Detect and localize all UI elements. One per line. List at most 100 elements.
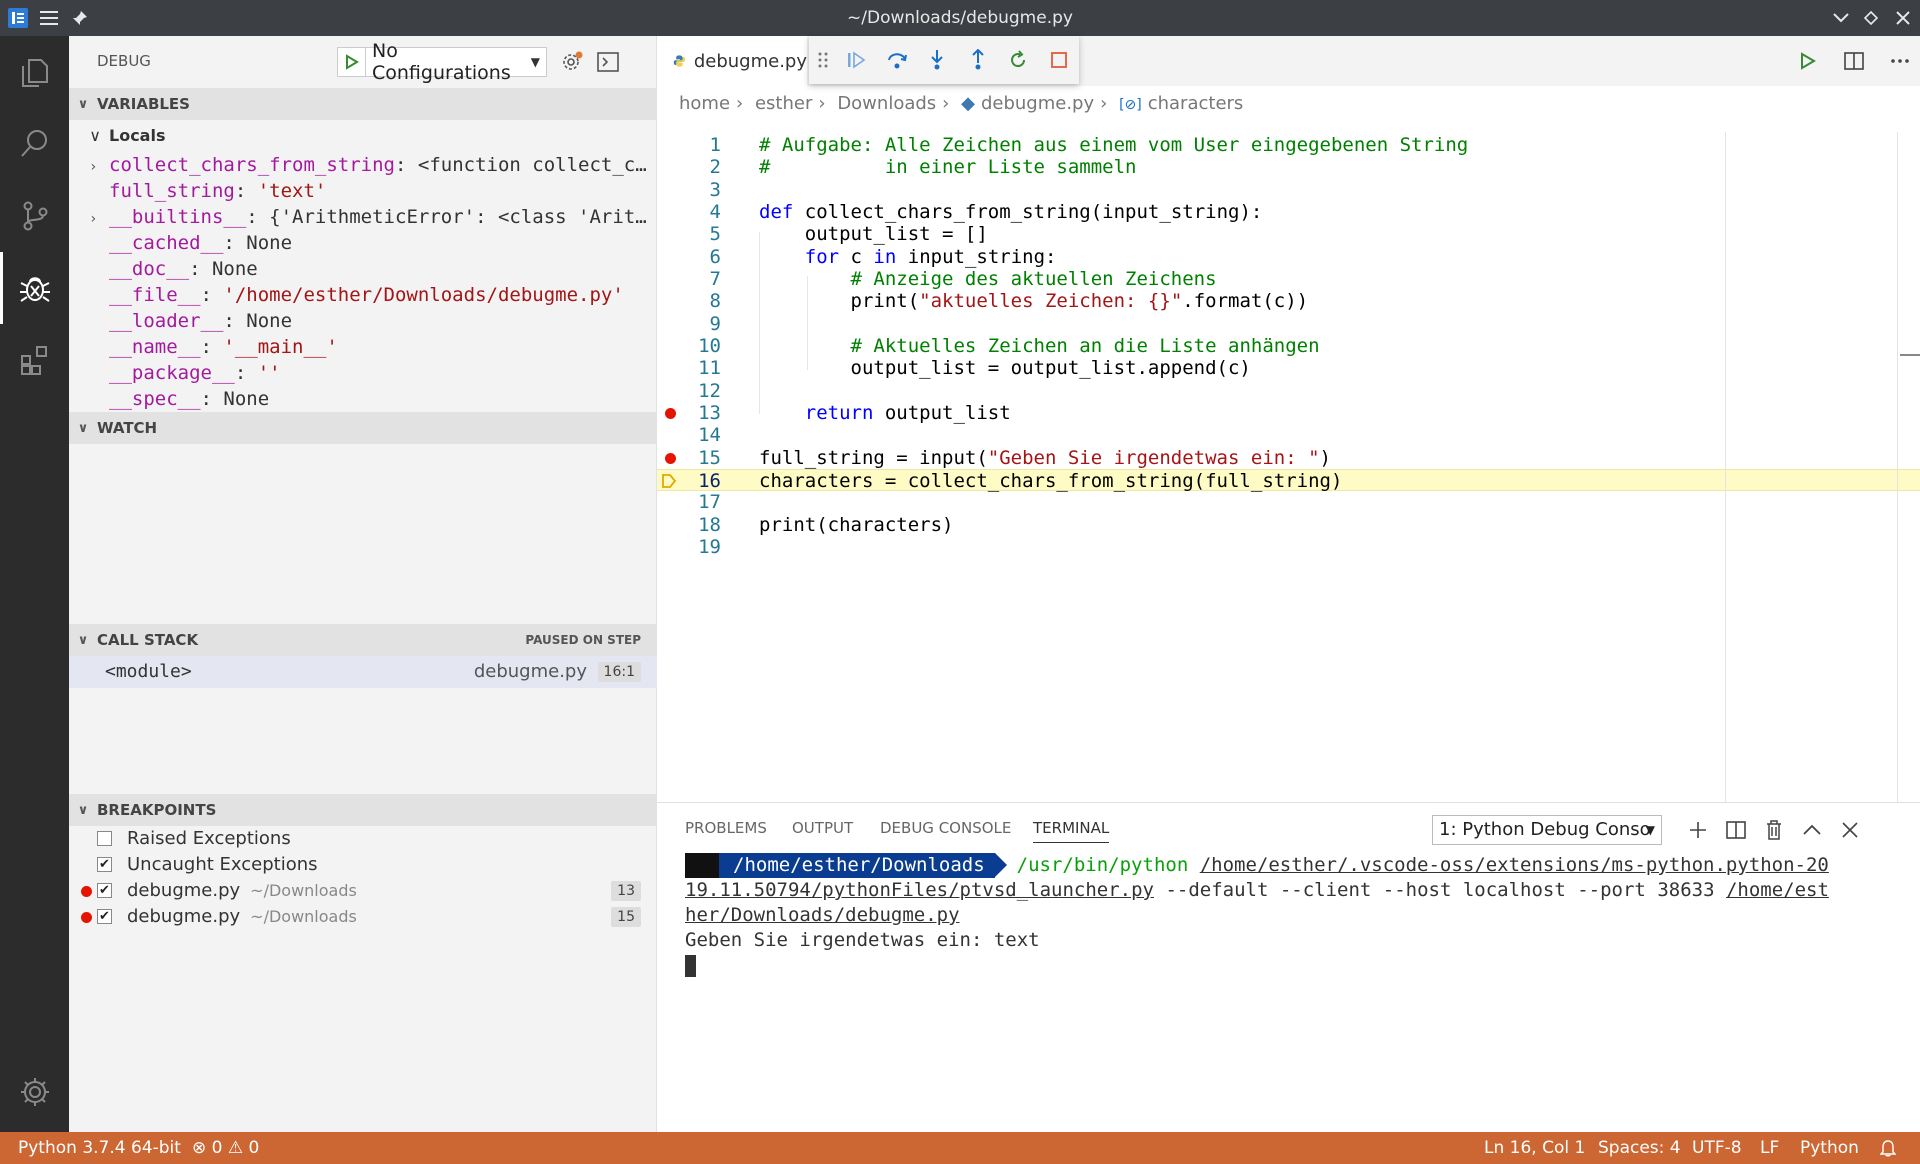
- line-number: 11: [698, 357, 721, 380]
- call-stack-frame[interactable]: <module> debugme.py 16:1: [69, 656, 657, 688]
- start-debugging-icon[interactable]: [338, 48, 366, 76]
- code-token: print(characters): [759, 513, 954, 536]
- step-into-icon[interactable]: [917, 36, 958, 84]
- code-token: characters = collect_chars_from_string(f…: [759, 469, 1343, 492]
- terminal-cursor: [685, 954, 696, 977]
- watch-section-header[interactable]: ∨ WATCH: [69, 412, 657, 444]
- continue-icon[interactable]: [836, 36, 877, 84]
- breakpoint-item[interactable]: ✔ debugme.py ~/Downloads 15: [69, 904, 657, 930]
- breadcrumb-esther[interactable]: esther: [755, 93, 812, 114]
- code-line: 14: [657, 424, 1920, 446]
- variable-separator: :: [223, 232, 247, 254]
- drag-handle-icon[interactable]: [809, 36, 836, 84]
- tab-terminal[interactable]: TERMINAL: [1033, 803, 1110, 843]
- breadcrumb-file[interactable]: debugme.py: [981, 93, 1094, 114]
- debug-settings-gear-icon[interactable]: [557, 47, 587, 77]
- locals-label: Locals: [109, 126, 166, 145]
- line-number: 14: [698, 424, 721, 447]
- line-number: 16: [698, 469, 721, 492]
- breakpoint-item[interactable]: ✔ Uncaught Exceptions: [69, 852, 657, 878]
- configuration-select[interactable]: No Configurations ▼: [337, 40, 547, 84]
- variable-separator: :: [394, 154, 418, 176]
- indentation[interactable]: Spaces: 4: [1598, 1132, 1681, 1164]
- tab-problems[interactable]: PROBLEMS: [685, 803, 767, 853]
- variable-row[interactable]: __doc__: None: [69, 256, 657, 282]
- line-code: characters = collect_chars_from_string(f…: [759, 470, 1342, 492]
- maximize-panel-icon[interactable]: [1795, 813, 1829, 847]
- locals-scope[interactable]: ∨ Locals: [69, 120, 657, 152]
- breakpoint-item[interactable]: ✔ debugme.py ~/Downloads 13: [69, 878, 657, 904]
- python-interpreter[interactable]: Python 3.7.4 64-bit: [18, 1132, 181, 1164]
- debug-icon[interactable]: [0, 252, 69, 324]
- trash-icon[interactable]: [1757, 813, 1791, 847]
- restart-icon[interactable]: [998, 36, 1039, 84]
- breadcrumb-symbol[interactable]: characters: [1148, 93, 1244, 114]
- variable-row[interactable]: __file__: '/home/esther/Downloads/debugm…: [69, 282, 657, 308]
- variable-row[interactable]: __spec__: None: [69, 386, 657, 412]
- breadcrumb-home[interactable]: home: [679, 93, 730, 114]
- line-code: return output_list: [759, 402, 1011, 424]
- step-out-icon[interactable]: [958, 36, 999, 84]
- settings-gear-icon[interactable]: [0, 1056, 69, 1128]
- code-editor[interactable]: 1 # Aufgabe: Alle Zeichen aus einem vom U…: [657, 122, 1920, 802]
- terminal-select[interactable]: 1: Python Debug Conso ▼: [1432, 815, 1662, 845]
- breadcrumb-downloads[interactable]: Downloads: [837, 93, 936, 114]
- maximize-icon[interactable]: [1856, 0, 1886, 36]
- variable-separator: :: [234, 362, 258, 384]
- problems-status[interactable]: ⊗ 0 ⚠ 0: [192, 1132, 259, 1164]
- variable-row[interactable]: full_string: 'text': [69, 178, 657, 204]
- encoding[interactable]: UTF-8: [1692, 1132, 1742, 1164]
- debug-console-icon[interactable]: [593, 47, 623, 77]
- source-control-icon[interactable]: [0, 180, 69, 252]
- cursor-position[interactable]: Ln 16, Col 1: [1484, 1132, 1585, 1164]
- scrollbar-track[interactable]: [1897, 132, 1898, 812]
- run-file-icon[interactable]: [1785, 36, 1831, 86]
- code-line: 7 # Anzeige des aktuellen Zeichens: [657, 268, 1920, 290]
- variable-row[interactable]: › __builtins__: {'ArithmeticError': <clas…: [69, 204, 657, 230]
- search-icon[interactable]: [0, 108, 69, 180]
- explorer-icon[interactable]: [0, 36, 69, 108]
- breakpoint-checkbox[interactable]: ✔: [97, 909, 112, 924]
- warning-icon: ⚠: [227, 1138, 244, 1158]
- split-terminal-icon[interactable]: [1719, 813, 1753, 847]
- notifications-bell-icon[interactable]: [1879, 1132, 1897, 1164]
- chevron-right-icon[interactable]: ›: [89, 206, 109, 230]
- call-stack-section-header[interactable]: ∨ CALL STACK PAUSED ON STEP: [69, 624, 657, 656]
- minimize-icon[interactable]: [1826, 0, 1856, 36]
- stop-icon[interactable]: [1039, 36, 1080, 84]
- tab-debug-console[interactable]: DEBUG CONSOLE: [880, 803, 1011, 853]
- variable-separator: :: [200, 336, 224, 358]
- paused-state-badge: PAUSED ON STEP: [525, 633, 641, 647]
- language-mode[interactable]: Python: [1800, 1132, 1859, 1164]
- split-editor-icon[interactable]: [1831, 36, 1877, 86]
- variable-row[interactable]: › collect_chars_from_string: <function co…: [69, 152, 657, 178]
- scrollbar-thumb[interactable]: [1900, 354, 1920, 356]
- breakpoint-dot-icon: [81, 886, 92, 897]
- breakpoint-item[interactable]: Raised Exceptions: [69, 826, 657, 852]
- variable-separator: :: [189, 258, 212, 280]
- editor-tab-debugme[interactable]: debugme.py: [657, 36, 807, 86]
- code-token: def: [759, 200, 794, 223]
- end-of-line[interactable]: LF: [1760, 1132, 1779, 1164]
- code-token: # Anzeige des aktuellen Zeichens: [850, 267, 1217, 290]
- breakpoint-checkbox[interactable]: ✔: [97, 857, 112, 872]
- variables-section-header[interactable]: ∨ VARIABLES: [69, 88, 657, 120]
- code-line: 3: [657, 179, 1920, 201]
- more-actions-icon[interactable]: [1877, 36, 1920, 86]
- chevron-right-icon[interactable]: ›: [89, 154, 109, 178]
- breakpoint-checkbox[interactable]: [97, 831, 112, 846]
- tab-output[interactable]: OUTPUT: [792, 803, 853, 853]
- variable-row[interactable]: __cached__: None: [69, 230, 657, 256]
- breakpoint-checkbox[interactable]: ✔: [97, 883, 112, 898]
- variable-row[interactable]: __loader__: None: [69, 308, 657, 334]
- close-panel-icon[interactable]: [1833, 813, 1867, 847]
- new-terminal-icon[interactable]: [1681, 813, 1715, 847]
- close-window-icon[interactable]: [1888, 0, 1918, 36]
- chevron-right-icon: ›: [942, 93, 950, 114]
- extensions-icon[interactable]: [0, 324, 69, 396]
- variable-row[interactable]: __package__: '': [69, 360, 657, 386]
- terminal-output[interactable]: /home/esther/Downloads/usr/bin/python /h…: [685, 853, 1905, 978]
- step-over-icon[interactable]: [877, 36, 918, 84]
- breakpoints-section-header[interactable]: ∨ BREAKPOINTS: [69, 794, 657, 826]
- variable-row[interactable]: __name__: '__main__': [69, 334, 657, 360]
